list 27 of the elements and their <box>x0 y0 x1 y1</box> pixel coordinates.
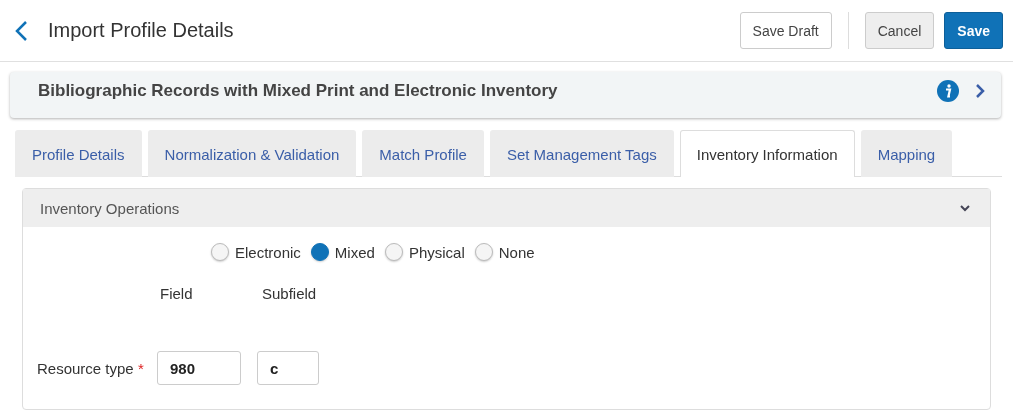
radio-option[interactable]: Electronic <box>211 243 301 261</box>
tab[interactable]: Set Management Tags <box>489 130 674 177</box>
radio-option[interactable]: Physical <box>384 243 465 261</box>
field-label: Resource type <box>37 359 134 377</box>
radio-option[interactable]: None <box>474 243 535 261</box>
radio-option[interactable]: Mixed <box>310 243 375 261</box>
caret-icon[interactable] <box>960 204 970 212</box>
tab[interactable]: Match Profile <box>362 130 484 177</box>
page-title: Import Profile Details <box>48 19 235 42</box>
section-header[interactable]: Inventory Operations <box>23 189 990 227</box>
column-label: Field <box>160 285 194 302</box>
profile-title: Bibliographic Records with Mixed Print and Electronic Inventory <box>38 81 559 101</box>
save-draft-button[interactable]: Save Draft <box>739 12 832 49</box>
tab[interactable]: Profile Details <box>15 130 142 177</box>
cancel-button[interactable]: Cancel <box>864 12 935 49</box>
tab[interactable]: Inventory Information <box>679 130 855 177</box>
subfield-input[interactable]: c <box>257 351 319 385</box>
section-title: Inventory Operations <box>40 199 181 217</box>
tab[interactable]: Mapping <box>860 130 953 177</box>
chevron-right-icon[interactable] <box>975 83 985 99</box>
field-input[interactable]: 980 <box>157 351 241 385</box>
save-button[interactable]: Save <box>944 12 1003 49</box>
info-icon[interactable] <box>937 80 959 102</box>
column-label: Subfield <box>262 285 317 302</box>
back-icon[interactable] <box>14 19 28 42</box>
tab[interactable]: Normalization & Validation <box>147 130 357 177</box>
required-mark: * <box>137 359 144 377</box>
